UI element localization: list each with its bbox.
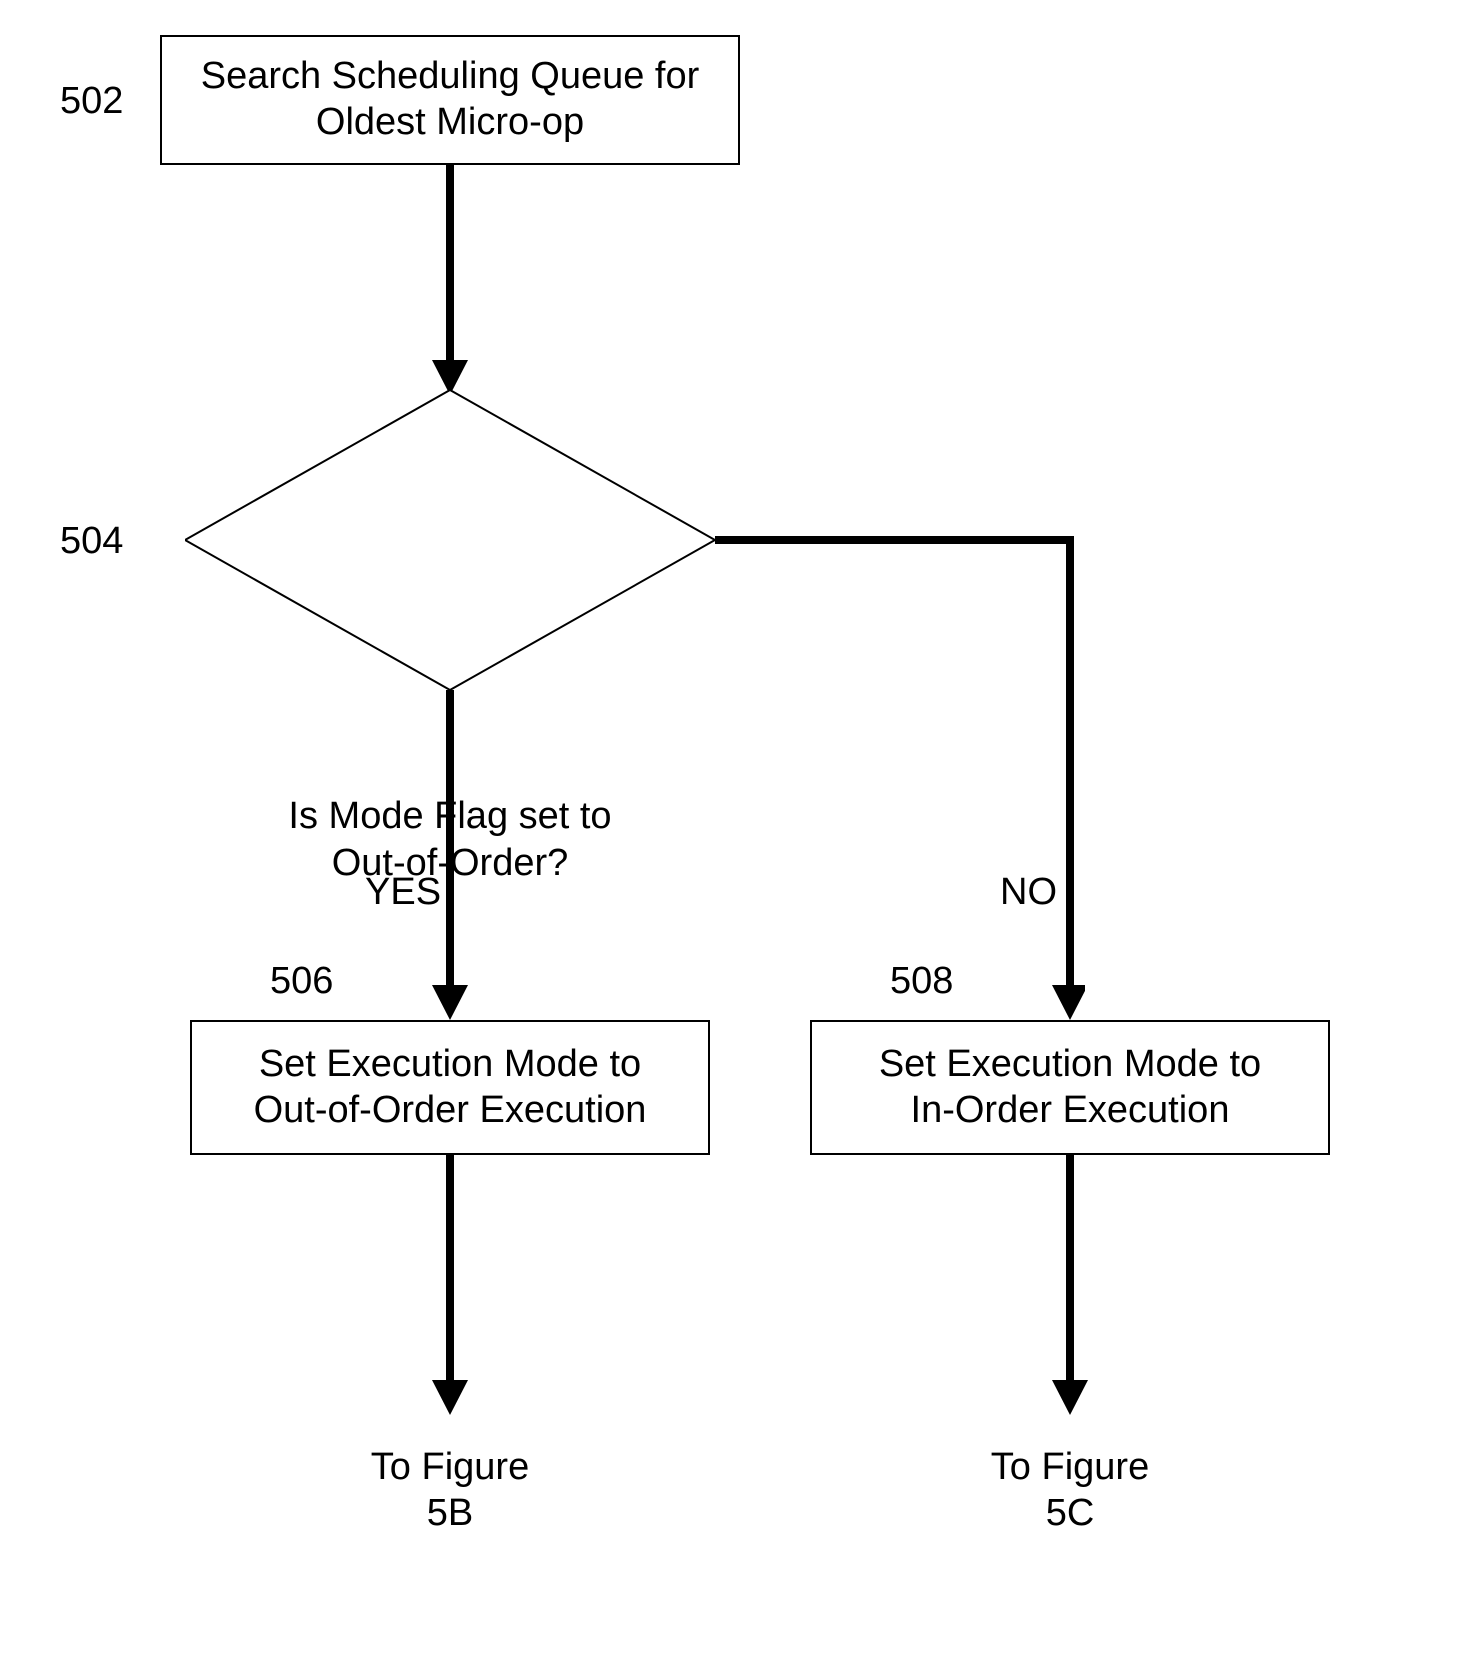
branch-label-no: NO [1000,870,1057,916]
process-box-508: Set Execution Mode to In-Order Execution [810,1020,1330,1155]
arrow-506-exit [430,1155,470,1415]
branch-label-yes: YES [365,870,441,916]
decision-diamond-504: Is Mode Flag set to Out-of-Order? [185,390,715,690]
ref-502: 502 [60,80,123,123]
process-box-506: Set Execution Mode to Out-of-Order Execu… [190,1020,710,1155]
ref-504: 504 [60,520,123,563]
exit-label-5c: To Figure 5C [990,1445,1150,1536]
arrow-504-no [715,520,1085,1020]
arrow-508-exit [1050,1155,1090,1415]
arrow-504-yes [430,690,470,1020]
arrow-502-to-504 [430,165,470,395]
exit-label-5b: To Figure 5B [370,1445,530,1536]
flowchart-canvas: 502 504 506 508 Search Scheduling Queue … [0,0,1479,1671]
process-box-502: Search Scheduling Queue for Oldest Micro… [160,35,740,165]
